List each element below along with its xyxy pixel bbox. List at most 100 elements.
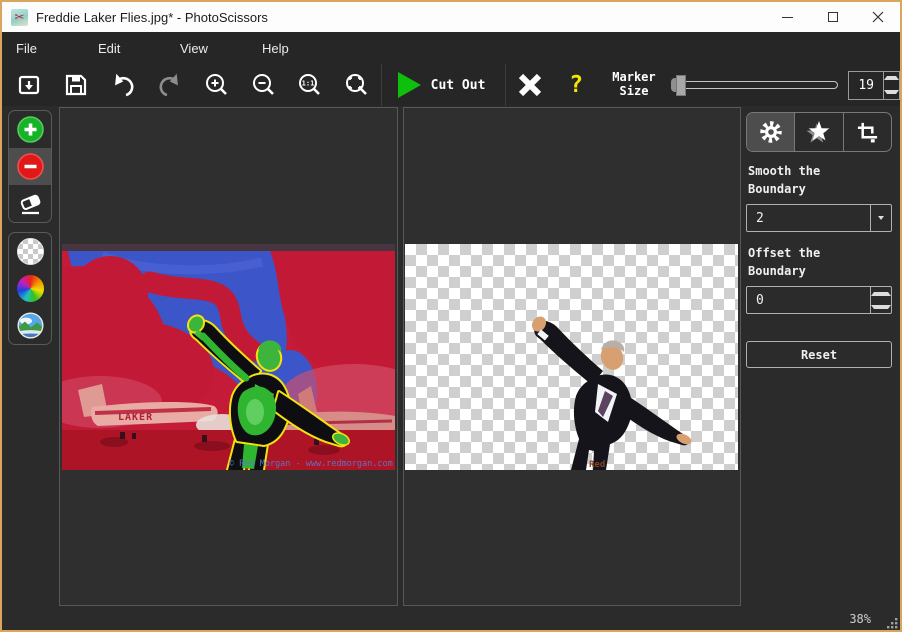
- offset-up-button[interactable]: [871, 287, 891, 300]
- star-icon: [806, 119, 832, 145]
- cut-out-button[interactable]: Cut Out: [382, 72, 506, 98]
- tab-boundary-settings[interactable]: [747, 113, 795, 151]
- close-icon: [872, 11, 884, 23]
- eraser-icon: [17, 190, 44, 217]
- zoom-in-icon: [204, 72, 230, 98]
- marked-source-image[interactable]: LAKER: [62, 244, 395, 470]
- redo-button[interactable]: [146, 64, 193, 106]
- settings-tab-group: [746, 112, 892, 152]
- keep-plus-icon: [17, 116, 44, 143]
- smooth-boundary-label: Smooth the Boundary: [748, 162, 860, 198]
- tab-crop[interactable]: [844, 113, 891, 151]
- up-arrow-icon: [871, 292, 891, 296]
- cutout-image-art: Red: [405, 244, 738, 470]
- undo-icon: [109, 72, 137, 98]
- redo-icon: [156, 72, 184, 98]
- window-title: Freddie Laker Flies.jpg* - PhotoScissors: [36, 10, 268, 25]
- zoom-level: 38%: [849, 612, 871, 626]
- zoom-in-button[interactable]: [193, 64, 240, 106]
- marker-size-down-button[interactable]: [884, 85, 899, 99]
- marker-size-label: Marker Size: [605, 71, 663, 99]
- remove-marker-button[interactable]: [9, 148, 51, 185]
- maximize-button[interactable]: [810, 2, 855, 32]
- smooth-boundary-dropdown[interactable]: 2: [746, 204, 892, 232]
- marker-size-spinbox[interactable]: 19: [848, 71, 900, 100]
- undo-button[interactable]: [100, 64, 147, 106]
- offset-down-button[interactable]: [871, 300, 891, 313]
- menu-view[interactable]: View: [166, 41, 248, 56]
- dropdown-arrow-icon: [878, 216, 884, 220]
- maximize-icon: [828, 12, 838, 22]
- eraser-button[interactable]: [9, 185, 51, 222]
- cut-out-label: Cut Out: [431, 78, 486, 93]
- marked-image-art: LAKER: [62, 244, 395, 470]
- marker-size-value[interactable]: 19: [849, 72, 883, 99]
- close-button[interactable]: [855, 2, 900, 32]
- remove-minus-icon: [17, 153, 44, 180]
- transparent-background-icon: [17, 238, 44, 265]
- right-watermark: Red: [589, 460, 605, 470]
- left-watermark: © Red Morgan - www.redmorgan.com: [229, 459, 393, 469]
- cut-out-play-icon: [398, 72, 421, 98]
- canvas-area: LAKER: [58, 106, 744, 608]
- down-arrow-icon: [884, 90, 899, 94]
- up-arrow-icon: [884, 76, 899, 80]
- clear-markers-icon: [516, 71, 544, 99]
- minimize-icon: [782, 17, 793, 18]
- cutout-figure: [529, 313, 693, 469]
- crop-icon: [856, 121, 879, 144]
- keep-marker-button[interactable]: [9, 111, 51, 148]
- help-icon: ?: [569, 72, 583, 98]
- color-wheel-icon: [17, 275, 44, 302]
- background-tool-group: [8, 232, 52, 345]
- menu-file[interactable]: File: [2, 41, 84, 56]
- offset-boundary-value: 0: [747, 287, 870, 313]
- settings-panel: Smooth the Boundary 2 Offset the Boundar…: [744, 106, 900, 608]
- tab-effects[interactable]: [795, 113, 843, 151]
- zoom-actual-icon: 1:1: [297, 72, 323, 98]
- smooth-boundary-value: 2: [747, 205, 870, 231]
- title-bar: ✂ Freddie Laker Flies.jpg* - PhotoScisso…: [2, 2, 900, 32]
- zoom-actual-label: 1:1: [302, 80, 315, 88]
- save-icon: [63, 72, 89, 98]
- marker-tool-group: [8, 110, 52, 223]
- cutout-result-image: Red: [405, 244, 738, 470]
- minimize-button[interactable]: [765, 2, 810, 32]
- menu-edit[interactable]: Edit: [84, 41, 166, 56]
- image-background-button[interactable]: [9, 307, 51, 344]
- gear-icon: [759, 120, 783, 144]
- marker-size-slider[interactable]: [671, 81, 838, 89]
- slider-handle[interactable]: [676, 75, 686, 96]
- status-bar: 38%: [2, 608, 900, 630]
- offset-boundary-spinbox[interactable]: 0: [746, 286, 892, 314]
- zoom-fit-icon: [344, 72, 370, 98]
- zoom-actual-button[interactable]: 1:1: [287, 64, 334, 106]
- down-arrow-icon: [871, 305, 891, 309]
- toolbar: 1:1 Cut Out ? Marker Size: [2, 64, 900, 106]
- zoom-out-icon: [251, 72, 277, 98]
- resize-grip[interactable]: [887, 618, 898, 629]
- open-button[interactable]: [6, 64, 53, 106]
- plane-text: LAKER: [118, 412, 153, 423]
- marker-size-up-button[interactable]: [884, 72, 899, 86]
- dropdown-button[interactable]: [870, 205, 891, 231]
- app-scissors-icon: ✂: [11, 9, 28, 26]
- main-area: LAKER: [2, 106, 900, 608]
- clear-markers-button[interactable]: [506, 64, 553, 106]
- transparent-background-button[interactable]: [9, 233, 51, 270]
- menu-bar: File Edit View Help: [2, 32, 900, 64]
- offset-boundary-label: Offset the Boundary: [748, 244, 860, 280]
- help-button[interactable]: ?: [553, 64, 599, 106]
- photoscissors-window: ✂ Freddie Laker Flies.jpg* - PhotoScisso…: [0, 0, 902, 632]
- reset-button[interactable]: Reset: [746, 341, 892, 368]
- original-image-panel: LAKER: [59, 107, 398, 606]
- zoom-out-button[interactable]: [240, 64, 287, 106]
- open-icon: [16, 72, 42, 98]
- landscape-image-icon: [17, 312, 44, 339]
- menu-help[interactable]: Help: [248, 41, 330, 56]
- result-image-panel: Red: [403, 107, 742, 606]
- marker-tools-sidebar: [2, 106, 58, 608]
- zoom-fit-button[interactable]: [334, 64, 381, 106]
- save-button[interactable]: [53, 64, 100, 106]
- color-background-button[interactable]: [9, 270, 51, 307]
